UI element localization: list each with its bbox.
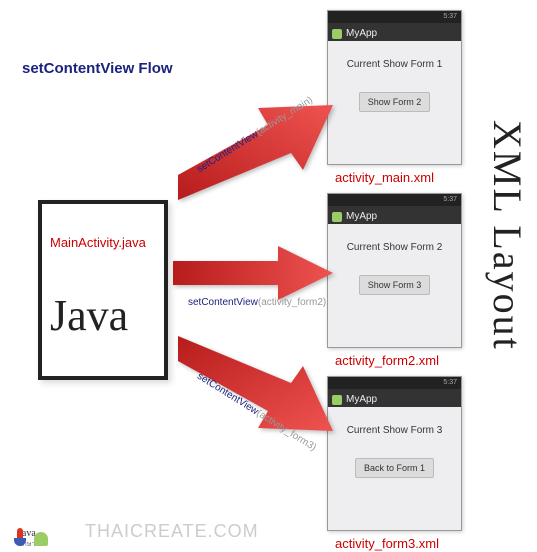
- app-title-bar: MyApp: [328, 23, 461, 41]
- xml-layout-title: XML Layout: [484, 120, 531, 351]
- footer-logos: Java ยกษา: [12, 524, 38, 546]
- xml-filename-3: activity_form3.xml: [335, 536, 439, 551]
- show-form-button[interactable]: Show Form 3: [359, 275, 431, 295]
- android-app-icon: [332, 212, 342, 222]
- form-label: Current Show Form 1: [336, 59, 453, 70]
- watermark-text: THAICREATE.COM: [85, 521, 259, 542]
- java-cup-icon: [12, 524, 30, 546]
- arrow-2: [168, 243, 338, 303]
- app-title-bar: MyApp: [328, 389, 461, 407]
- form-label: Current Show Form 3: [336, 425, 453, 436]
- java-logo-text: Java: [50, 290, 128, 341]
- phone-screen-1: 5:37 MyApp Current Show Form 1 Show Form…: [327, 10, 462, 165]
- android-app-icon: [332, 29, 342, 39]
- app-title-bar: MyApp: [328, 206, 461, 224]
- form-label: Current Show Form 2: [336, 242, 453, 253]
- diagram-title: setContentView Flow: [22, 60, 173, 77]
- app-name: MyApp: [346, 394, 377, 405]
- status-bar: 5:37: [328, 194, 461, 206]
- xml-filename-2: activity_form2.xml: [335, 353, 439, 368]
- java-filename: MainActivity.java: [50, 235, 146, 250]
- phone-screen-3: 5:37 MyApp Current Show Form 3 Back to F…: [327, 376, 462, 531]
- phone-screen-2: 5:37 MyApp Current Show Form 2 Show Form…: [327, 193, 462, 348]
- xml-filename-1: activity_main.xml: [335, 170, 434, 185]
- app-name: MyApp: [346, 28, 377, 39]
- app-name: MyApp: [346, 211, 377, 222]
- status-bar: 5:37: [328, 11, 461, 23]
- android-icon: [32, 524, 50, 546]
- arrow-1: [168, 90, 338, 210]
- back-form-button[interactable]: Back to Form 1: [355, 458, 434, 478]
- arrow-2-label: setContentView(activity_form2): [188, 297, 326, 308]
- status-bar: 5:37: [328, 377, 461, 389]
- show-form-button[interactable]: Show Form 2: [359, 92, 431, 112]
- arrow-3: [168, 326, 338, 446]
